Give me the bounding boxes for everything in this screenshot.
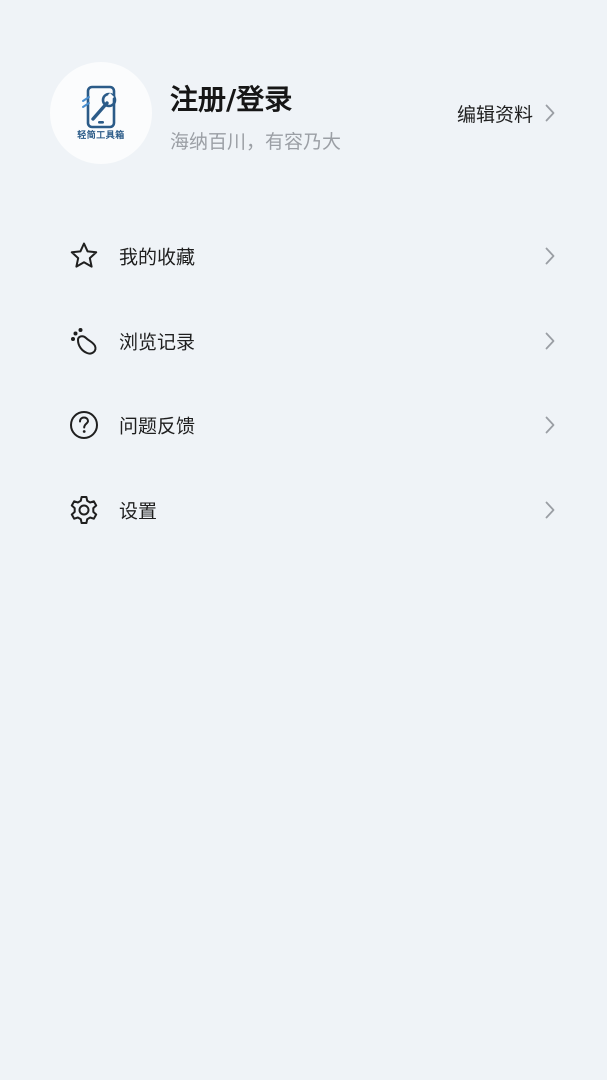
menu-item-label: 浏览记录 xyxy=(119,331,196,354)
profile-header: 轻简工具箱 注册/登录 海纳百川，有容乃大 编辑资料 xyxy=(0,0,607,200)
chevron-right-icon xyxy=(545,332,555,350)
footprint-icon xyxy=(68,325,100,357)
edit-profile-label: 编辑资料 xyxy=(456,103,533,126)
gear-icon xyxy=(68,494,100,526)
menu-item-label: 问题反馈 xyxy=(119,415,196,438)
menu-item-history[interactable]: 浏览记录 xyxy=(0,299,607,384)
menu-item-feedback[interactable]: 问题反馈 xyxy=(0,383,607,468)
chevron-right-icon xyxy=(545,104,555,122)
chevron-right-icon xyxy=(545,247,555,265)
logo-text: 轻简工具箱 xyxy=(77,131,125,141)
menu-item-favorites[interactable]: 我的收藏 xyxy=(0,214,607,299)
slogan-text: 海纳百川，有容乃大 xyxy=(170,131,342,153)
login-register-link[interactable]: 注册/登录 xyxy=(170,80,292,120)
chevron-right-icon xyxy=(545,416,555,434)
menu-list: 我的收藏 浏览记录 问题反馈 设置 xyxy=(0,214,607,552)
edit-profile-button[interactable]: 编辑资料 xyxy=(457,98,555,128)
chevron-right-icon xyxy=(545,501,555,519)
menu-item-label: 我的收藏 xyxy=(119,246,196,269)
avatar[interactable]: 轻简工具箱 xyxy=(50,62,152,164)
question-circle-icon xyxy=(68,409,100,441)
menu-item-settings[interactable]: 设置 xyxy=(0,468,607,553)
menu-item-label: 设置 xyxy=(119,500,158,523)
star-icon xyxy=(68,240,100,272)
